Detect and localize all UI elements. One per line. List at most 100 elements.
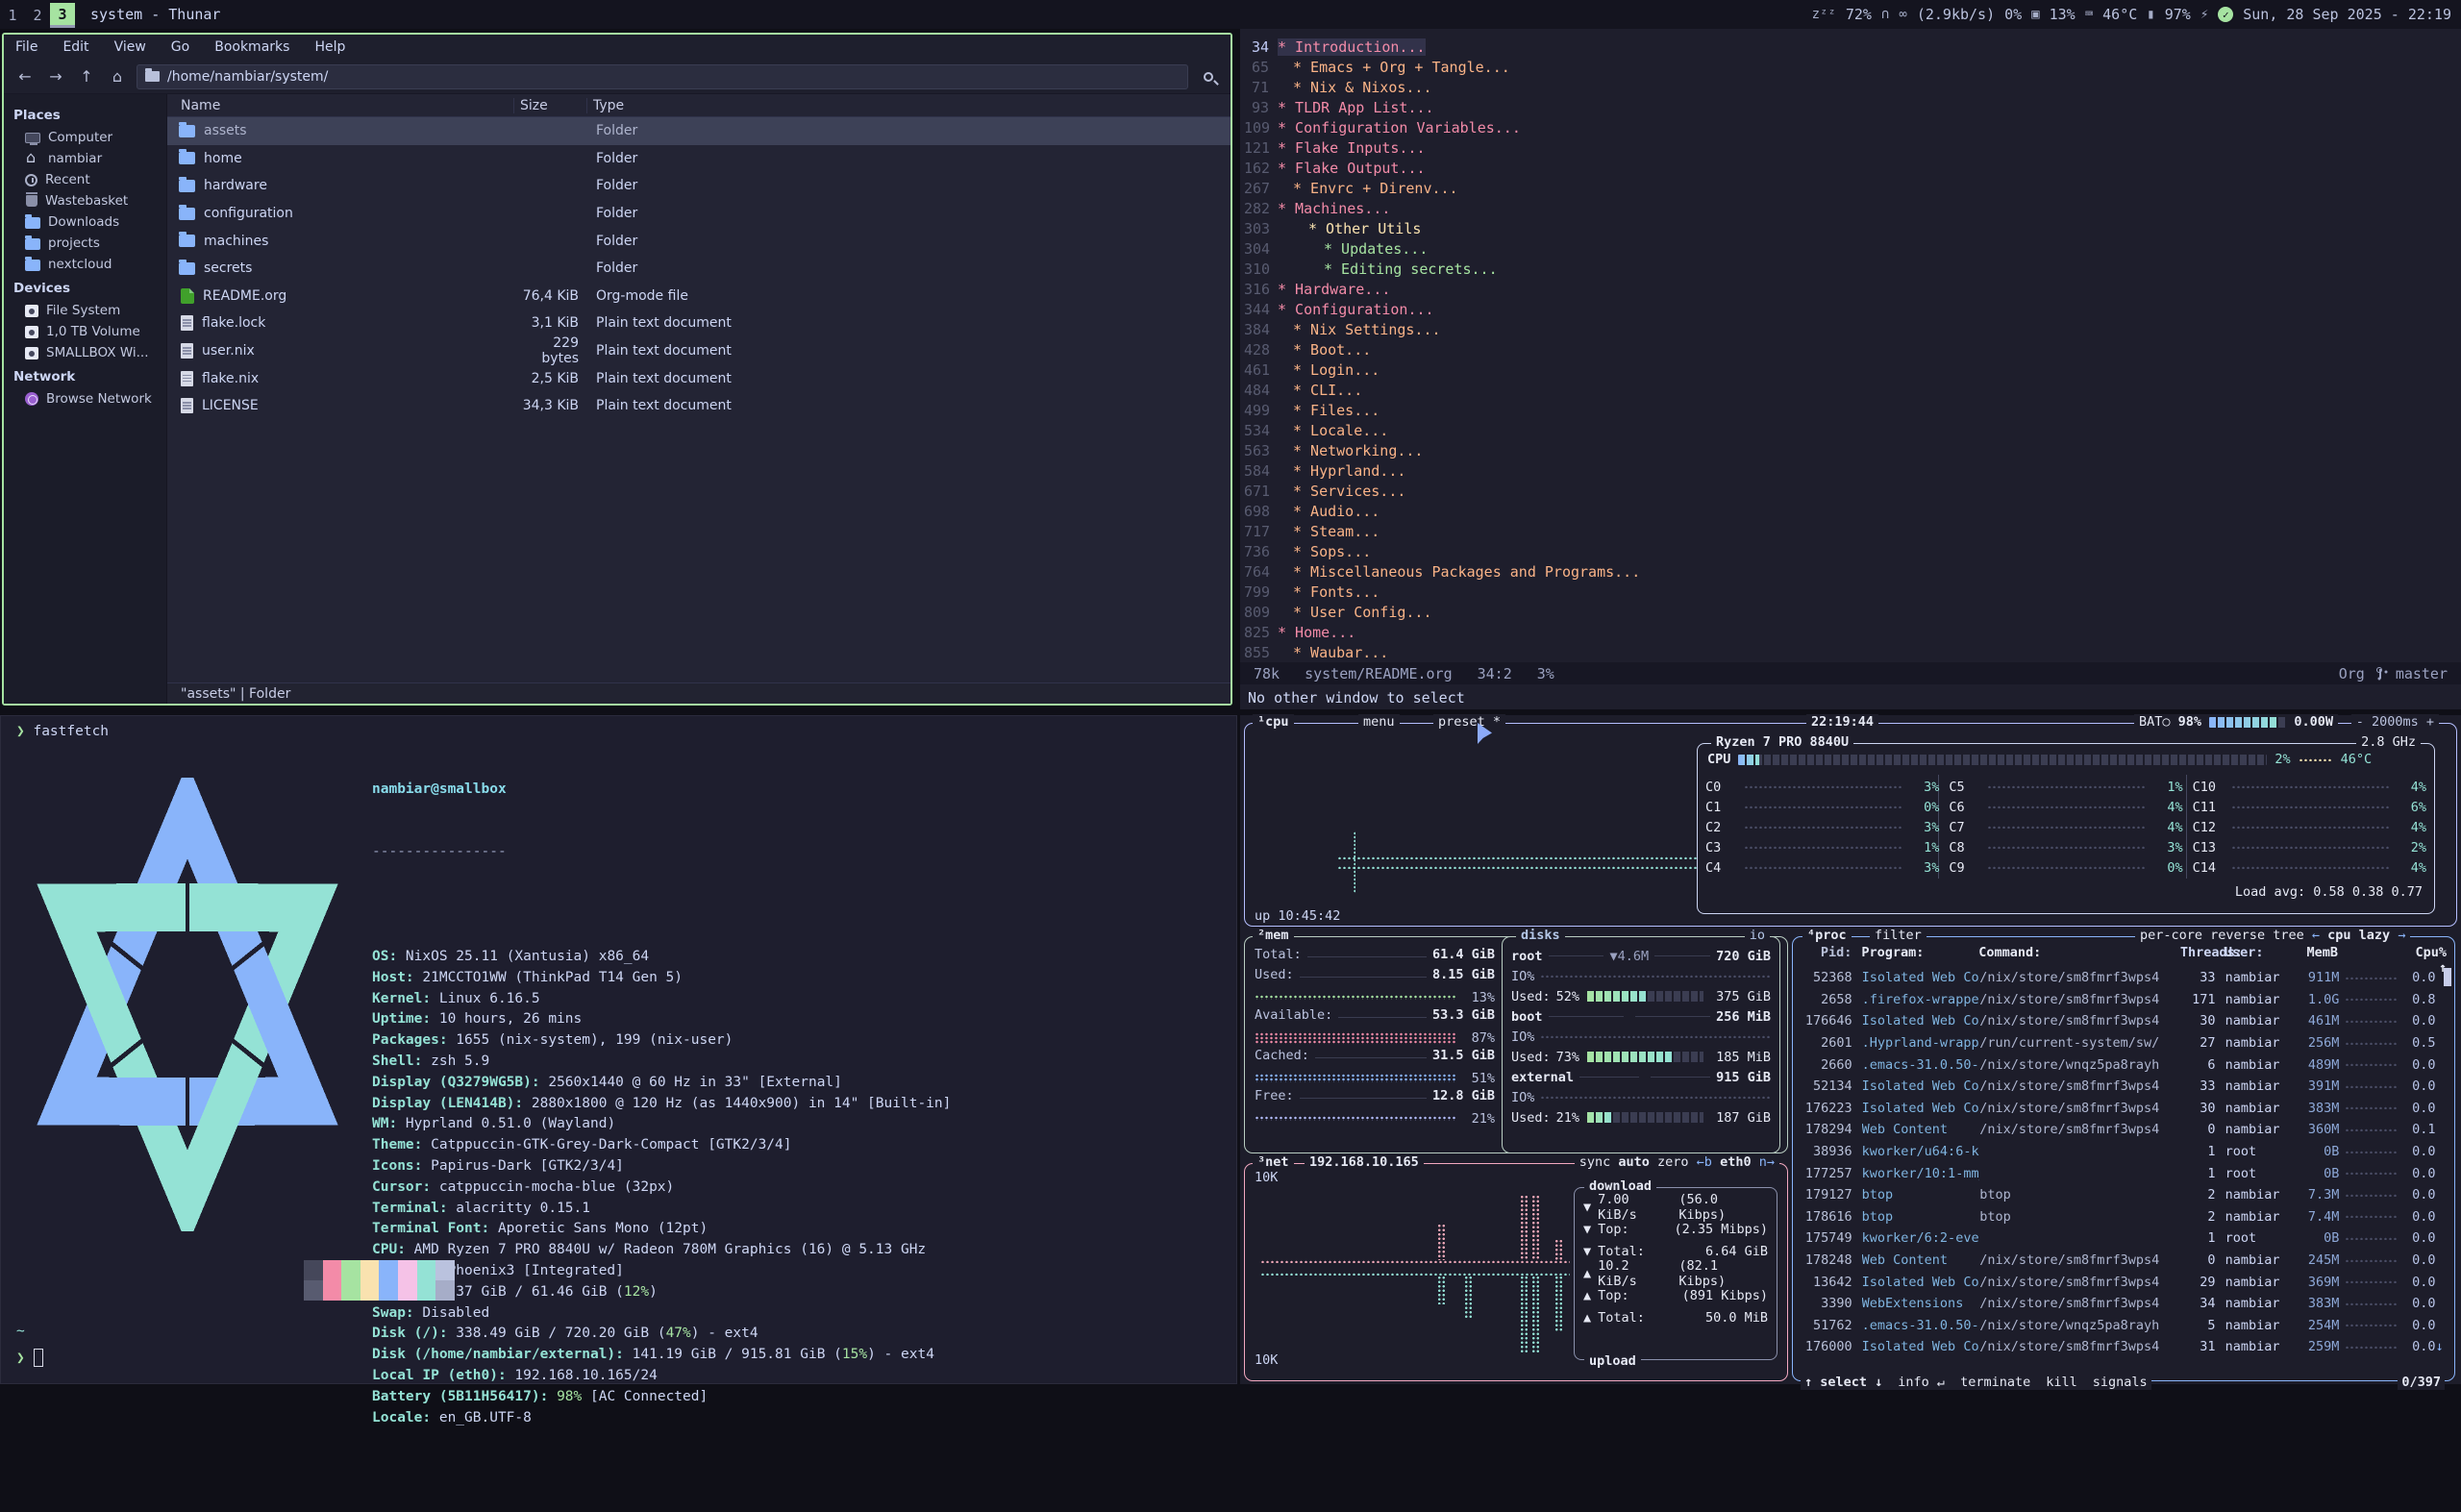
process-row[interactable]: 175749 kworker/6:2-even 1 root 0B 0.0 (1801, 1227, 2447, 1250)
mem-tab[interactable]: ²mem (1253, 928, 1294, 943)
disks-title[interactable]: disks (1516, 928, 1565, 943)
forward-button[interactable]: → (44, 67, 67, 86)
file-row[interactable]: machines Folder (167, 227, 1230, 255)
org-heading-line[interactable]: 162 * Flake Output... (1240, 158, 2461, 178)
preset-button[interactable]: preset * (1433, 714, 1505, 730)
sidebar-item[interactable]: SMALLBOX Wi... (4, 342, 166, 363)
process-row[interactable]: 2660 .emacs-31.0.50- /nix/store/wnqz5pa8… (1801, 1053, 2447, 1076)
org-heading-line[interactable]: 855 * Waubar... (1240, 642, 2461, 662)
file-row[interactable]: home Folder (167, 145, 1230, 173)
org-heading-line[interactable]: 384 * Nix Settings... (1240, 319, 2461, 339)
process-row[interactable]: 178616 btop btop 2 nambiar 7.4M 0.0 (1801, 1206, 2447, 1228)
file-row[interactable]: user.nix 229 bytes Plain text document (167, 337, 1230, 365)
org-heading-line[interactable]: 303 * Other Utils (1240, 218, 2461, 238)
net-controls[interactable]: sync auto zero ←b eth0 n→ (1575, 1154, 1779, 1170)
process-row[interactable]: 2601 .Hyprland-wrapp /run/current-system… (1801, 1032, 2447, 1054)
sidebar-item[interactable]: nextcloud (4, 254, 166, 275)
column-header-name[interactable]: Name (167, 98, 513, 113)
back-button[interactable]: ← (13, 67, 37, 86)
clock-date[interactable]: Sun, 28 Sep 2025 - 22:19 (2243, 6, 2451, 23)
process-row[interactable]: 51762 .emacs-31.0.50- /nix/store/wnqz5pa… (1801, 1315, 2447, 1337)
org-heading-line[interactable]: 428 * Boot... (1240, 339, 2461, 359)
proc-footer-actions[interactable]: ↑ select ↓ info ↵ terminate kill signals (1801, 1375, 2151, 1390)
org-heading-line[interactable]: 34 * Introduction... (1240, 37, 2461, 57)
org-heading-line[interactable]: 736 * Sops... (1240, 541, 2461, 561)
org-heading-line[interactable]: 799 * Fonts... (1240, 582, 2461, 602)
org-heading-line[interactable]: 344 * Configuration... (1240, 299, 2461, 319)
filter-button[interactable]: filter (1870, 928, 1927, 943)
org-heading-line[interactable]: 698 * Audio... (1240, 501, 2461, 521)
org-heading-line[interactable]: 584 * Hyprland... (1240, 460, 2461, 481)
menu-item[interactable]: Help (314, 39, 345, 55)
org-heading-line[interactable]: 809 * User Config... (1240, 602, 2461, 622)
org-heading-line[interactable]: 121 * Flake Inputs... (1240, 137, 2461, 158)
org-heading-line[interactable]: 499 * Files... (1240, 400, 2461, 420)
org-heading-line[interactable]: 71 * Nix & Nixos... (1240, 77, 2461, 97)
org-heading-line[interactable]: 764 * Miscellaneous Packages and Program… (1240, 561, 2461, 582)
proc-scrollbar[interactable] (2444, 968, 2451, 986)
sidebar-item[interactable]: 1,0 TB Volume (4, 321, 166, 342)
sidebar-item[interactable]: File System (4, 300, 166, 321)
column-header-size[interactable]: Size (513, 98, 586, 113)
terminal-cursor[interactable] (34, 1349, 43, 1367)
process-row[interactable]: 179127 btop btop 2 nambiar 7.3M 0.0 (1801, 1184, 2447, 1206)
org-heading-line[interactable]: 109 * Configuration Variables... (1240, 117, 2461, 137)
sidebar-item[interactable]: Wastebasket (4, 190, 166, 211)
org-heading-line[interactable]: 717 * Steam... (1240, 521, 2461, 541)
process-row[interactable]: 176000 Isolated Web Co /nix/store/sm8fmr… (1801, 1336, 2447, 1358)
volume-level[interactable]: 72% (1846, 6, 1872, 23)
org-heading-line[interactable]: 282 * Machines... (1240, 198, 2461, 218)
file-row[interactable]: secrets Folder (167, 255, 1230, 283)
org-heading-line[interactable]: 484 * CLI... (1240, 380, 2461, 400)
org-heading-line[interactable]: 461 * Login... (1240, 359, 2461, 380)
org-heading-line[interactable]: 93 * TLDR App List... (1240, 97, 2461, 117)
org-heading-line[interactable]: 65 * Emacs + Org + Tangle... (1240, 57, 2461, 77)
column-header-type[interactable]: Type (586, 98, 1230, 113)
org-heading-line[interactable]: 316 * Hardware... (1240, 279, 2461, 299)
proc-controls[interactable]: per-core reverse tree ← cpu lazy → (2135, 928, 2410, 943)
process-row[interactable]: 176646 Isolated Web Co /nix/store/sm8fmr… (1801, 1010, 2447, 1032)
process-row[interactable]: 52134 Isolated Web Co /nix/store/sm8fmrf… (1801, 1076, 2447, 1098)
sidebar-item[interactable]: Computer (4, 127, 166, 148)
org-heading-line[interactable]: 304 * Updates... (1240, 238, 2461, 259)
home-button[interactable]: ⌂ (106, 67, 129, 86)
proc-tab[interactable]: ⁴proc (1802, 928, 1852, 943)
search-button[interactable] (1196, 64, 1221, 89)
sidebar-item[interactable]: Recent (4, 169, 166, 190)
menu-item[interactable]: View (114, 39, 146, 55)
process-row[interactable]: 2658 .firefox-wrappe /nix/store/sm8fmrf3… (1801, 989, 2447, 1011)
org-heading-line[interactable]: 267 * Envrc + Direnv... (1240, 178, 2461, 198)
workspace-1[interactable]: 1 (0, 3, 25, 28)
file-row[interactable]: hardware Folder (167, 172, 1230, 200)
sidebar-item[interactable]: nambiar (4, 148, 166, 169)
sidebar-item[interactable]: Downloads (4, 211, 166, 233)
net-tab[interactable]: ³net (1253, 1154, 1294, 1170)
up-button[interactable]: ↑ (75, 67, 98, 86)
menu-item[interactable]: Edit (62, 39, 88, 55)
org-heading-line[interactable]: 534 * Locale... (1240, 420, 2461, 440)
idle-inhibit-icon[interactable]: zᶻᶻ (1812, 7, 1836, 22)
workspace-2[interactable]: 2 (25, 3, 50, 28)
process-row[interactable]: 177257 kworker/10:1-mm_ 1 root 0B 0.0 (1801, 1162, 2447, 1184)
menu-item[interactable]: Go (171, 39, 189, 55)
file-row[interactable]: configuration Folder (167, 200, 1230, 228)
process-row[interactable]: 38936 kworker/u64:6-kc 1 root 0B 0.0 (1801, 1141, 2447, 1163)
org-heading-line[interactable]: 310 * Editing secrets... (1240, 259, 2461, 279)
process-row[interactable]: 178248 Web Content /nix/store/sm8fmrf3wp… (1801, 1250, 2447, 1272)
file-row[interactable]: LICENSE 34,3 KiB Plain text document (167, 392, 1230, 420)
cpu-tab[interactable]: ¹cpu (1253, 714, 1294, 730)
workspace-3-active[interactable]: 3 (50, 3, 75, 28)
file-row[interactable]: flake.nix 2,5 KiB Plain text document (167, 364, 1230, 392)
menu-button[interactable]: menu (1358, 714, 1400, 730)
menu-item[interactable]: File (15, 39, 37, 55)
org-heading-line[interactable]: 671 * Services... (1240, 481, 2461, 501)
org-heading-line[interactable]: 563 * Networking... (1240, 440, 2461, 460)
process-row[interactable]: 178294 Web Content /nix/store/sm8fmrf3wp… (1801, 1119, 2447, 1141)
file-row[interactable]: assets Folder (167, 117, 1230, 145)
process-row[interactable]: 3390 WebExtensions /nix/store/sm8fmrf3wp… (1801, 1293, 2447, 1315)
update-interval[interactable]: - 2000ms + (2351, 714, 2439, 730)
menu-item[interactable]: Bookmarks (214, 39, 289, 55)
path-bar[interactable]: /home/nambiar/system/ (137, 64, 1188, 89)
io-toggle[interactable]: io (1745, 928, 1770, 943)
file-row[interactable]: README.org 76,4 KiB Org-mode file (167, 283, 1230, 310)
